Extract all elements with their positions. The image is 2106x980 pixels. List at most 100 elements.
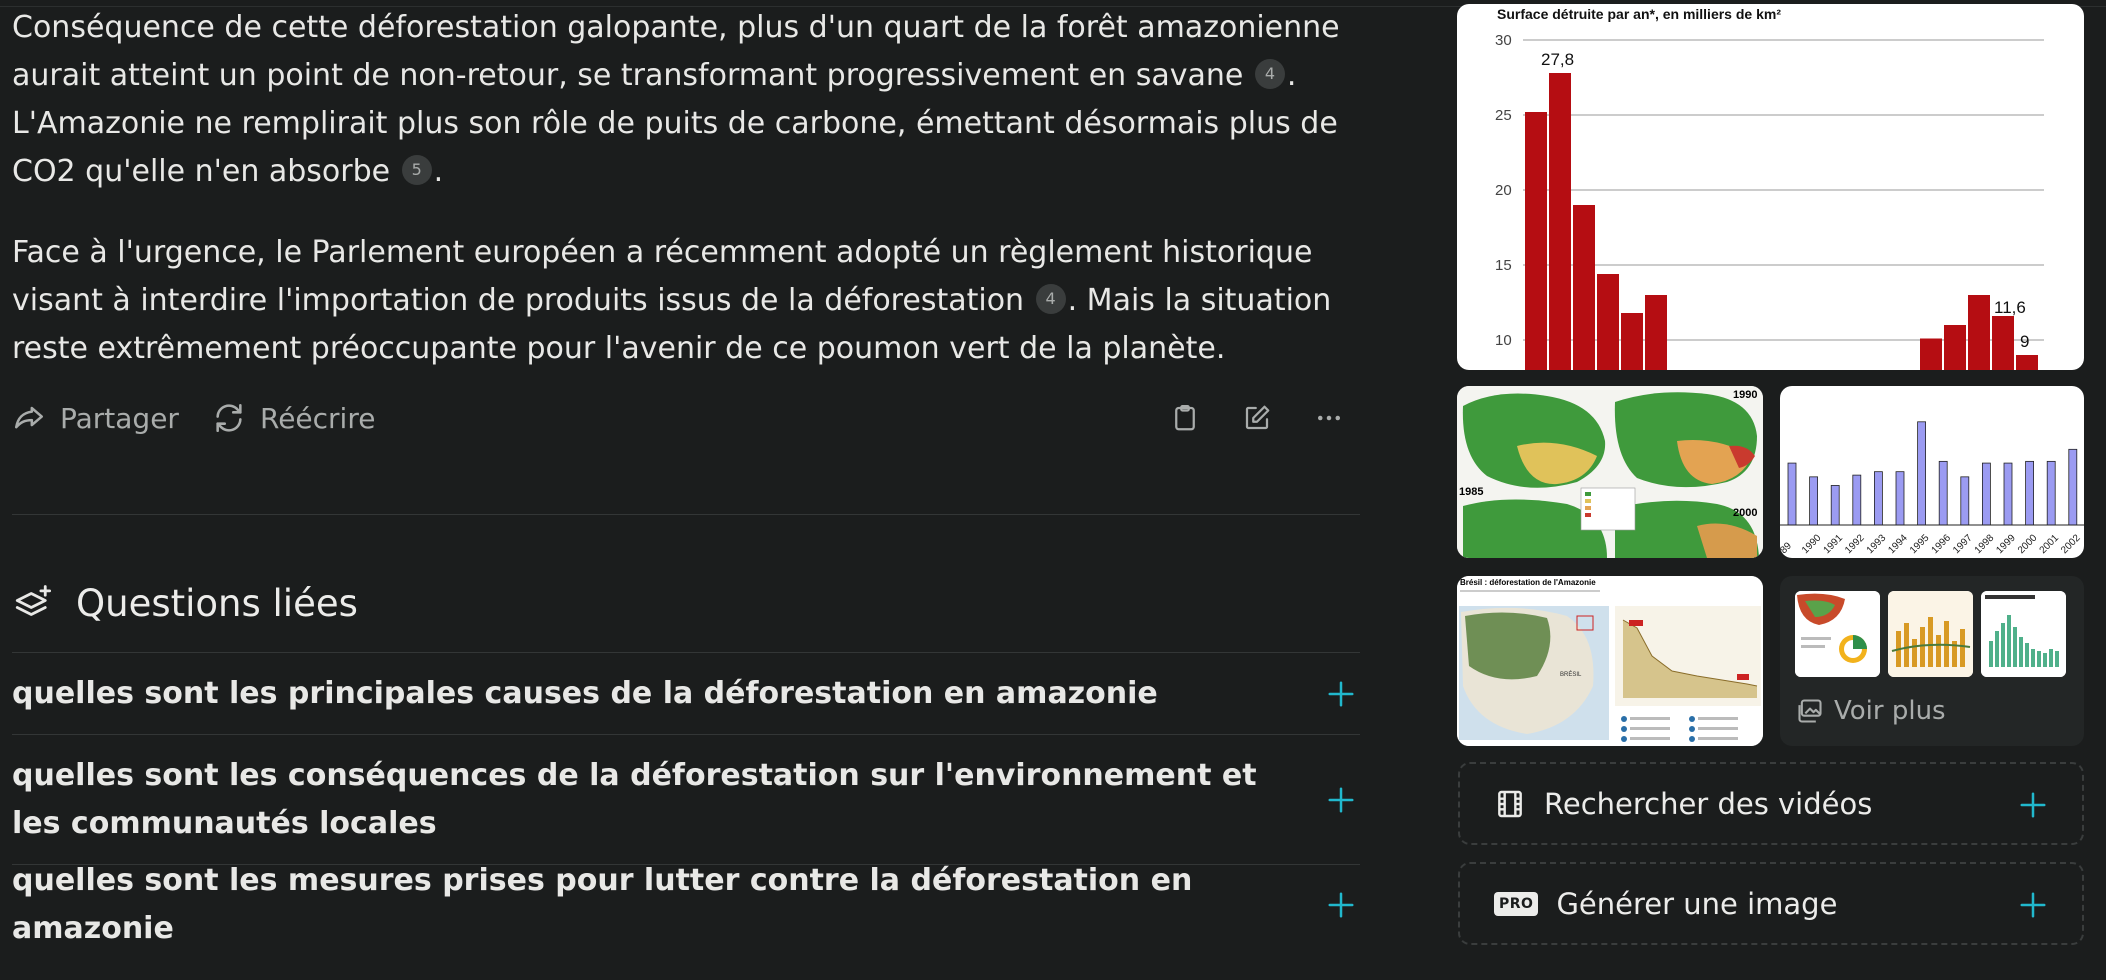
- rewrite-label: Réécrire: [260, 401, 376, 435]
- rewrite-button[interactable]: Réécrire: [212, 396, 375, 440]
- mini-chart-tick-label: 1998: [1973, 532, 1997, 556]
- mini-chart-bar: [2068, 448, 2078, 526]
- mini-thumbnail: [1888, 591, 1973, 677]
- image-icon: [1798, 699, 1822, 723]
- share-button[interactable]: Partager: [12, 396, 179, 440]
- image-result-maps[interactable]: 1990 1985 2000: [1457, 386, 1763, 558]
- map-year-label: 2000: [1733, 507, 1757, 519]
- citation-badge[interactable]: 5: [401, 155, 432, 185]
- edit-icon: [1245, 405, 1270, 430]
- answer-actions-bar: Partager Réécrire: [12, 396, 1357, 440]
- related-questions-list: quelles sont les principales causes de l…: [12, 652, 1360, 946]
- answer-paragraph: Conséquence de cette déforestation galop…: [12, 4, 1357, 196]
- answer-text: Conséquence de cette déforestation galop…: [12, 4, 1357, 373]
- rewrite-icon: [216, 403, 242, 433]
- map-year-label: 1985: [1459, 486, 1483, 498]
- chart-bar: [1920, 338, 1942, 370]
- search-videos-label: Rechercher des vidéos: [1544, 786, 1873, 821]
- chart-bar: [1944, 325, 1966, 370]
- infographic-thumbnail: Brésil : déforestation de l'Amazonie BRÉ…: [1457, 576, 1763, 746]
- pro-badge: PRO: [1494, 891, 1539, 916]
- section-divider: [12, 514, 1360, 515]
- infographic-title: Brésil : déforestation de l'Amazonie: [1460, 578, 1596, 587]
- view-more-button[interactable]: Voir plus: [1796, 696, 1946, 726]
- chart-bar: [1573, 205, 1595, 370]
- chart-bar: [1549, 73, 1571, 370]
- related-title: Questions liées: [76, 582, 358, 625]
- view-more-thumbnails: [1795, 591, 2066, 677]
- mini-chart-bar: [1917, 421, 1927, 526]
- view-more-images-card[interactable]: Voir plus: [1780, 576, 2084, 746]
- citation-badge[interactable]: 4: [1254, 59, 1285, 89]
- generate-image-label: Générer une image: [1556, 886, 1838, 921]
- mini-chart-tick-label: 89: [1780, 540, 1794, 556]
- mini-chart-tick-label: 1994: [1886, 532, 1910, 556]
- more-button[interactable]: [1309, 398, 1349, 438]
- image-result-infographic[interactable]: Brésil : déforestation de l'Amazonie BRÉ…: [1457, 576, 1763, 746]
- related-question-item[interactable]: quelles sont les conséquences de la défo…: [12, 734, 1360, 864]
- related-question-item[interactable]: quelles sont les mesures prises pour lut…: [12, 863, 1360, 946]
- plus-icon: [1328, 787, 1354, 812]
- chart-data-label: 9: [2020, 332, 2029, 351]
- chart-y-tick-label: 10: [1495, 332, 1512, 349]
- clipboard-icon: [1175, 405, 1195, 431]
- mini-chart-bar: [1852, 474, 1862, 526]
- mini-chart-tick-label: 1995: [1908, 532, 1932, 556]
- mini-chart-tick-label: 1996: [1930, 532, 1954, 556]
- layers-plus-icon: [15, 584, 52, 616]
- share-icon: [14, 406, 44, 429]
- citation-badge[interactable]: 4: [1035, 284, 1066, 314]
- generate-image-button[interactable]: PRO Générer une image: [1458, 862, 2084, 945]
- chart-bar: [1992, 316, 2014, 370]
- infographic-country-label: BRÉSIL: [1560, 671, 1582, 678]
- chart-data-label: 11,6: [1994, 298, 2026, 317]
- chart-bar: [1525, 112, 1547, 370]
- chart-y-tick-label: 20: [1495, 182, 1512, 199]
- mini-chart-bar: [2003, 462, 2013, 526]
- image-result-bar-chart[interactable]: 89 1990 1991 1992 1993 1994 1995 1996 1997 1998 19…: [1780, 386, 2084, 558]
- chart-bar: [2016, 355, 2038, 370]
- mini-chart-bar: [1895, 471, 1905, 526]
- related-header: Questions liées: [12, 582, 358, 625]
- copy-button[interactable]: [1165, 398, 1205, 438]
- plus-icon: [2020, 892, 2046, 918]
- related-question-item[interactable]: quelles sont les principales causes de l…: [12, 652, 1360, 734]
- map-year-label: 1990: [1733, 389, 1757, 401]
- mini-chart-tick-label: 1999: [1994, 532, 2018, 556]
- mini-chart-bar: [1960, 476, 1970, 526]
- mini-chart-bar: [1981, 462, 1991, 526]
- chart-title: Surface détruite par an*, en milliers de…: [1497, 6, 1781, 22]
- edit-button[interactable]: [1237, 398, 1277, 438]
- film-icon: [1498, 790, 1522, 817]
- mini-chart-tick-label: 2000: [2016, 532, 2040, 556]
- mini-chart-bar: [1809, 476, 1819, 526]
- chart-y-tick-label: 25: [1495, 107, 1512, 124]
- chart-bar: [1645, 295, 1667, 370]
- related-question-text: quelles sont les principales causes de l…: [12, 675, 1158, 711]
- amazon-map-thumbnail: 1990 1985 2000: [1457, 386, 1763, 558]
- answer-text-segment: Conséquence de cette déforestation galop…: [12, 10, 1340, 93]
- answer-text-segment: .: [433, 154, 444, 189]
- mini-chart-tick-label: 1993: [1865, 532, 1889, 556]
- share-label: Partager: [60, 401, 179, 435]
- mini-chart-bar: [2046, 460, 2056, 526]
- mini-chart-bar: [2025, 460, 2035, 526]
- search-videos-button[interactable]: Rechercher des vidéos: [1458, 762, 2084, 845]
- mini-chart-bar: [1830, 485, 1840, 526]
- chart-data-label: 27,8: [1541, 50, 1574, 69]
- chart-bar: [1597, 274, 1619, 370]
- image-result-chart[interactable]: Surface détruite par an*, en milliers de…: [1457, 4, 2084, 370]
- chart-y-tick-label: 15: [1495, 257, 1512, 274]
- view-more-label: Voir plus: [1834, 696, 1946, 726]
- plus-icon: [1328, 681, 1354, 706]
- mini-chart-bar: [1938, 460, 1948, 526]
- answer-paragraph: Face à l'urgence, le Parlement européen …: [12, 229, 1357, 373]
- chart-bar: [1621, 313, 1643, 370]
- mini-chart-tick-label: 1990: [1800, 532, 1824, 556]
- related-question-text: quelles sont les mesures prises pour lut…: [12, 862, 1193, 946]
- related-question-text: quelles sont les conséquences de la défo…: [12, 757, 1257, 841]
- chart-bar: [1968, 295, 1990, 370]
- mini-chart-tick-label: 1997: [1951, 532, 1975, 556]
- chart-y-tick-label: 30: [1495, 32, 1512, 49]
- plus-icon: [2020, 792, 2046, 818]
